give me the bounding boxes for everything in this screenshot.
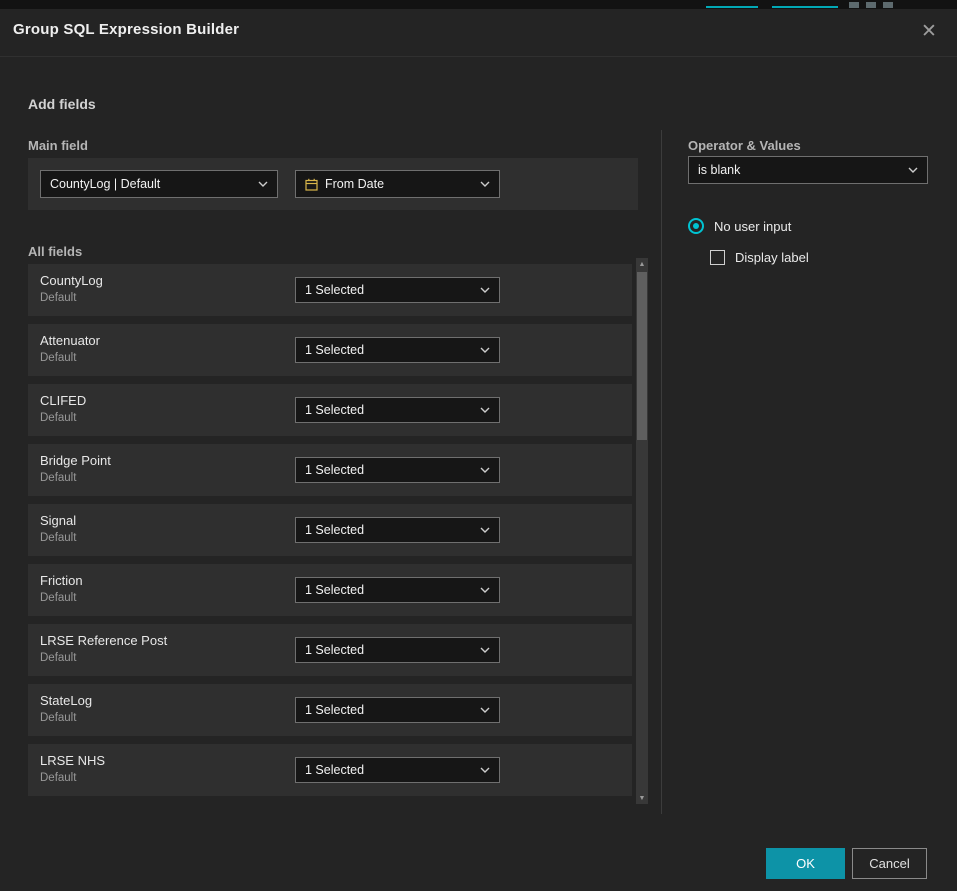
field-name: Signal (40, 513, 76, 528)
calendar-icon (305, 178, 318, 191)
field-name: StateLog (40, 693, 92, 708)
background-icon-fragment (866, 2, 876, 8)
dialog-header: Group SQL Expression Builder ✕ (0, 9, 957, 57)
chevron-down-icon (480, 707, 490, 713)
cancel-button[interactable]: Cancel (852, 848, 927, 879)
chevron-down-icon (908, 167, 918, 173)
screen: Group SQL Expression Builder ✕ Add field… (0, 0, 957, 891)
field-subtitle: Default (40, 352, 76, 364)
background-link-fragment (706, 2, 758, 8)
dialog-footer: OK Cancel (0, 833, 957, 891)
field-selection-select[interactable]: 1 Selected (295, 277, 500, 303)
field-row[interactable]: StateLog Default 1 Selected (28, 684, 632, 736)
field-subtitle: Default (40, 712, 76, 724)
chevron-down-icon (480, 467, 490, 473)
field-selection-select[interactable]: 1 Selected (295, 757, 500, 783)
operator-values-heading: Operator & Values (688, 138, 801, 153)
field-name: CountyLog (40, 273, 103, 288)
chevron-down-icon (480, 347, 490, 353)
field-selection-value: 1 Selected (305, 343, 472, 357)
chevron-down-icon (480, 647, 490, 653)
sql-expression-builder-dialog: Group SQL Expression Builder ✕ Add field… (0, 9, 957, 891)
display-label-label: Display label (735, 250, 809, 265)
field-selection-select[interactable]: 1 Selected (295, 697, 500, 723)
chevron-down-icon (480, 181, 490, 187)
field-subtitle: Default (40, 592, 76, 604)
field-row[interactable]: LRSE Reference Post Default 1 Selected (28, 624, 632, 676)
field-name: Bridge Point (40, 453, 111, 468)
main-field-field-select[interactable]: From Date (295, 170, 500, 198)
main-field-source-value: CountyLog | Default (50, 177, 250, 191)
chevron-down-icon (480, 587, 490, 593)
vertical-divider (661, 130, 662, 814)
field-row[interactable]: CLIFED Default 1 Selected (28, 384, 632, 436)
add-fields-heading: Add fields (28, 96, 96, 112)
field-row[interactable]: LRSE NHS Default 1 Selected (28, 744, 632, 796)
scroll-down-icon[interactable]: ▼ (636, 792, 648, 804)
dialog-title: Group SQL Expression Builder (13, 21, 239, 38)
field-subtitle: Default (40, 412, 76, 424)
field-selection-select[interactable]: 1 Selected (295, 577, 500, 603)
operator-value: is blank (698, 163, 900, 177)
field-row[interactable]: Bridge Point Default 1 Selected (28, 444, 632, 496)
no-user-input-label: No user input (714, 219, 791, 234)
main-field-field-value: From Date (325, 177, 472, 191)
field-selection-select[interactable]: 1 Selected (295, 637, 500, 663)
field-selection-value: 1 Selected (305, 523, 472, 537)
field-selection-value: 1 Selected (305, 403, 472, 417)
field-selection-value: 1 Selected (305, 763, 472, 777)
chevron-down-icon (480, 767, 490, 773)
field-selection-select[interactable]: 1 Selected (295, 337, 500, 363)
field-row[interactable]: Signal Default 1 Selected (28, 504, 632, 556)
all-fields-heading: All fields (28, 244, 82, 259)
field-selection-value: 1 Selected (305, 703, 472, 717)
background-icon-fragment (849, 2, 859, 8)
field-selection-value: 1 Selected (305, 643, 472, 657)
main-field-source-select[interactable]: CountyLog | Default (40, 170, 278, 198)
field-name: LRSE Reference Post (40, 633, 167, 648)
field-subtitle: Default (40, 472, 76, 484)
field-subtitle: Default (40, 772, 76, 784)
background-link-fragment (772, 2, 838, 8)
fields-scrollbar[interactable]: ▲ ▼ (636, 258, 648, 804)
main-field-heading: Main field (28, 138, 88, 153)
field-selection-value: 1 Selected (305, 463, 472, 477)
chevron-down-icon (480, 407, 490, 413)
display-label-checkbox[interactable]: Display label (710, 250, 809, 265)
field-subtitle: Default (40, 532, 76, 544)
field-subtitle: Default (40, 652, 76, 664)
chevron-down-icon (480, 527, 490, 533)
field-name: Attenuator (40, 333, 100, 348)
all-fields-list: CountyLog Default 1 Selected Attenuator … (28, 264, 632, 804)
ok-button[interactable]: OK (766, 848, 845, 879)
chevron-down-icon (480, 287, 490, 293)
checkbox-unchecked-icon (710, 250, 725, 265)
field-selection-value: 1 Selected (305, 283, 472, 297)
radio-selected-icon (688, 218, 704, 234)
field-row[interactable]: Friction Default 1 Selected (28, 564, 632, 616)
chevron-down-icon (258, 181, 268, 187)
field-name: LRSE NHS (40, 753, 105, 768)
scroll-up-icon[interactable]: ▲ (636, 258, 648, 270)
field-subtitle: Default (40, 292, 76, 304)
main-field-box: CountyLog | Default From Date (28, 158, 638, 210)
no-user-input-radio[interactable]: No user input (688, 218, 791, 234)
field-row[interactable]: Attenuator Default 1 Selected (28, 324, 632, 376)
field-name: Friction (40, 573, 83, 588)
scrollbar-thumb[interactable] (637, 272, 647, 440)
field-name: CLIFED (40, 393, 86, 408)
field-selection-value: 1 Selected (305, 583, 472, 597)
field-selection-select[interactable]: 1 Selected (295, 457, 500, 483)
field-row[interactable]: CountyLog Default 1 Selected (28, 264, 632, 316)
close-icon[interactable]: ✕ (915, 17, 943, 45)
field-selection-select[interactable]: 1 Selected (295, 517, 500, 543)
operator-select[interactable]: is blank (688, 156, 928, 184)
background-icon-fragment (883, 2, 893, 8)
background-app-strip (0, 0, 957, 9)
field-selection-select[interactable]: 1 Selected (295, 397, 500, 423)
